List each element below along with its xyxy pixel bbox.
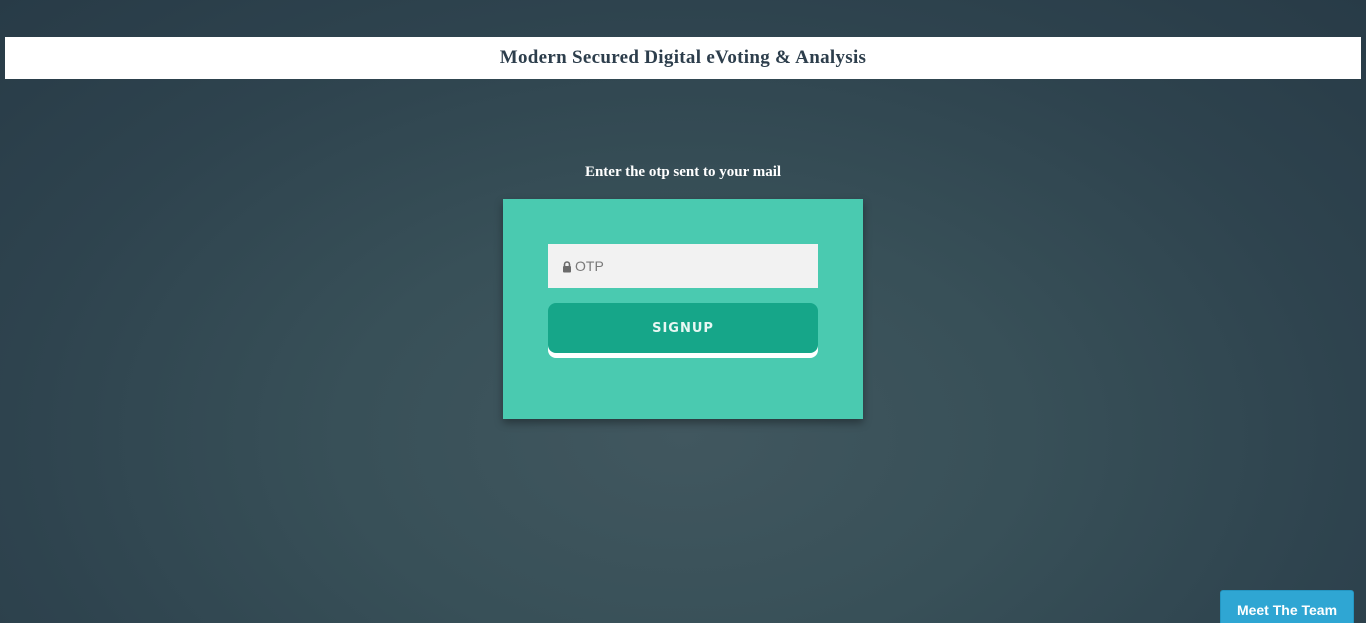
otp-form-card: SIGNUP bbox=[503, 199, 863, 419]
meet-the-team-label: Meet The Team bbox=[1236, 602, 1338, 618]
lock-icon bbox=[562, 260, 572, 273]
otp-instruction: Enter the otp sent to your mail bbox=[584, 164, 782, 180]
page-title: Modern Secured Digital eVoting & Analysi… bbox=[499, 47, 867, 68]
meet-the-team-button[interactable]: Meet The Team bbox=[1220, 590, 1354, 623]
signup-button-label: SIGNUP bbox=[652, 320, 714, 336]
header-bar: Modern Secured Digital eVoting & Analysi… bbox=[5, 37, 1361, 79]
otp-field[interactable] bbox=[548, 244, 818, 288]
otp-input[interactable] bbox=[575, 258, 805, 274]
signup-button[interactable]: SIGNUP bbox=[548, 303, 818, 353]
